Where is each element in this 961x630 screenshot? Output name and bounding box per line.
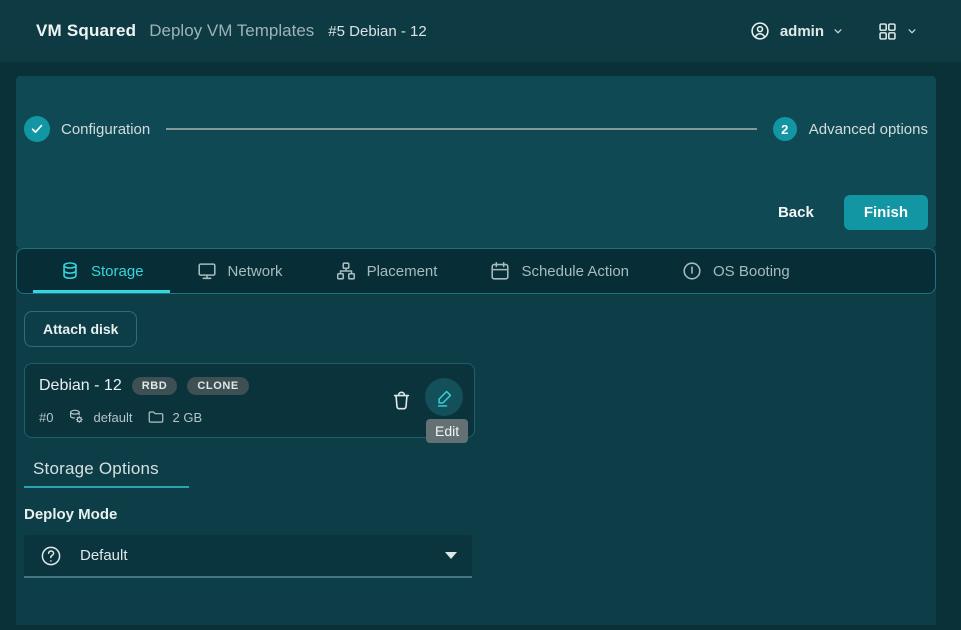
help-circle-icon (39, 544, 63, 568)
tab-label: Network (228, 263, 283, 280)
step-2-label: Advanced options (809, 121, 928, 138)
tab-label: OS Booting (713, 263, 790, 280)
trash-icon (390, 389, 413, 412)
app-brand: VM Squared (36, 21, 136, 41)
disk-title-row: Debian - 12 RBD CLONE (39, 377, 249, 395)
disk-id: #0 (39, 410, 53, 425)
step-1-completed-indicator[interactable] (24, 116, 50, 142)
datastore-name: default (93, 410, 132, 425)
tab-label: Storage (91, 263, 144, 280)
tab-network[interactable]: Network (170, 249, 309, 293)
disk-badge-clone: CLONE (187, 377, 249, 395)
tabbar: Storage Network Placement (16, 248, 936, 294)
user-menu[interactable]: admin (749, 20, 845, 42)
topbar-right: admin (749, 20, 919, 42)
attach-disk-button[interactable]: Attach disk (24, 311, 137, 347)
tab-schedule-action[interactable]: Schedule Action (463, 249, 655, 293)
topbar: VM Squared Deploy VM Templates #5 Debian… (0, 0, 961, 62)
deploy-mode-select[interactable]: Default (24, 535, 472, 578)
wizard-panel: Configuration 2 Advanced options Back Fi… (16, 76, 936, 248)
page-title: Deploy VM Templates (149, 21, 314, 41)
monitor-icon (196, 260, 218, 282)
caret-down-icon (445, 552, 457, 559)
step-1-label: Configuration (61, 121, 150, 138)
user-avatar-icon (749, 20, 771, 42)
edit-disk-button[interactable] (425, 378, 463, 416)
storage-options-title: Storage Options (33, 459, 159, 479)
datastore-icon (67, 408, 85, 426)
back-button[interactable]: Back (764, 196, 828, 229)
disk-card: Debian - 12 RBD CLONE #0 default (24, 363, 475, 438)
detach-disk-button[interactable] (390, 389, 413, 412)
storage-options-underline (24, 486, 189, 488)
calendar-icon (489, 260, 511, 282)
stepper-connector (166, 128, 757, 130)
disk-name: Debian - 12 (39, 377, 122, 395)
disk-badge-rbd: RBD (132, 377, 178, 395)
template-context: #5 Debian - 12 (328, 23, 426, 40)
advanced-options-content: Storage Network Placement (16, 248, 936, 625)
finish-button[interactable]: Finish (844, 195, 928, 230)
chevron-down-icon (905, 24, 919, 38)
apps-menu[interactable] (877, 21, 919, 42)
apps-grid-icon (877, 21, 898, 42)
edit-tooltip: Edit (426, 419, 468, 443)
wizard-actions: Back Finish (764, 195, 928, 230)
database-icon (59, 260, 81, 282)
chevron-down-icon (831, 24, 845, 38)
deploy-mode-label: Deploy Mode (24, 506, 117, 523)
stepper: Configuration 2 Advanced options (24, 116, 928, 142)
tab-label: Schedule Action (521, 263, 629, 280)
step-2-indicator[interactable]: 2 (773, 117, 797, 141)
power-icon (681, 260, 703, 282)
disk-size: 2 GB (173, 410, 203, 425)
folder-icon (147, 408, 165, 426)
tab-storage[interactable]: Storage (33, 249, 170, 293)
tab-placement[interactable]: Placement (309, 249, 464, 293)
disk-meta-row: #0 default 2 GB (39, 408, 202, 426)
tab-os-booting[interactable]: OS Booting (655, 249, 816, 293)
check-icon (29, 121, 45, 137)
deploy-mode-value: Default (80, 547, 128, 564)
user-name: admin (780, 23, 824, 40)
sitemap-icon (335, 260, 357, 282)
tab-label: Placement (367, 263, 438, 280)
pencil-icon (434, 387, 455, 408)
